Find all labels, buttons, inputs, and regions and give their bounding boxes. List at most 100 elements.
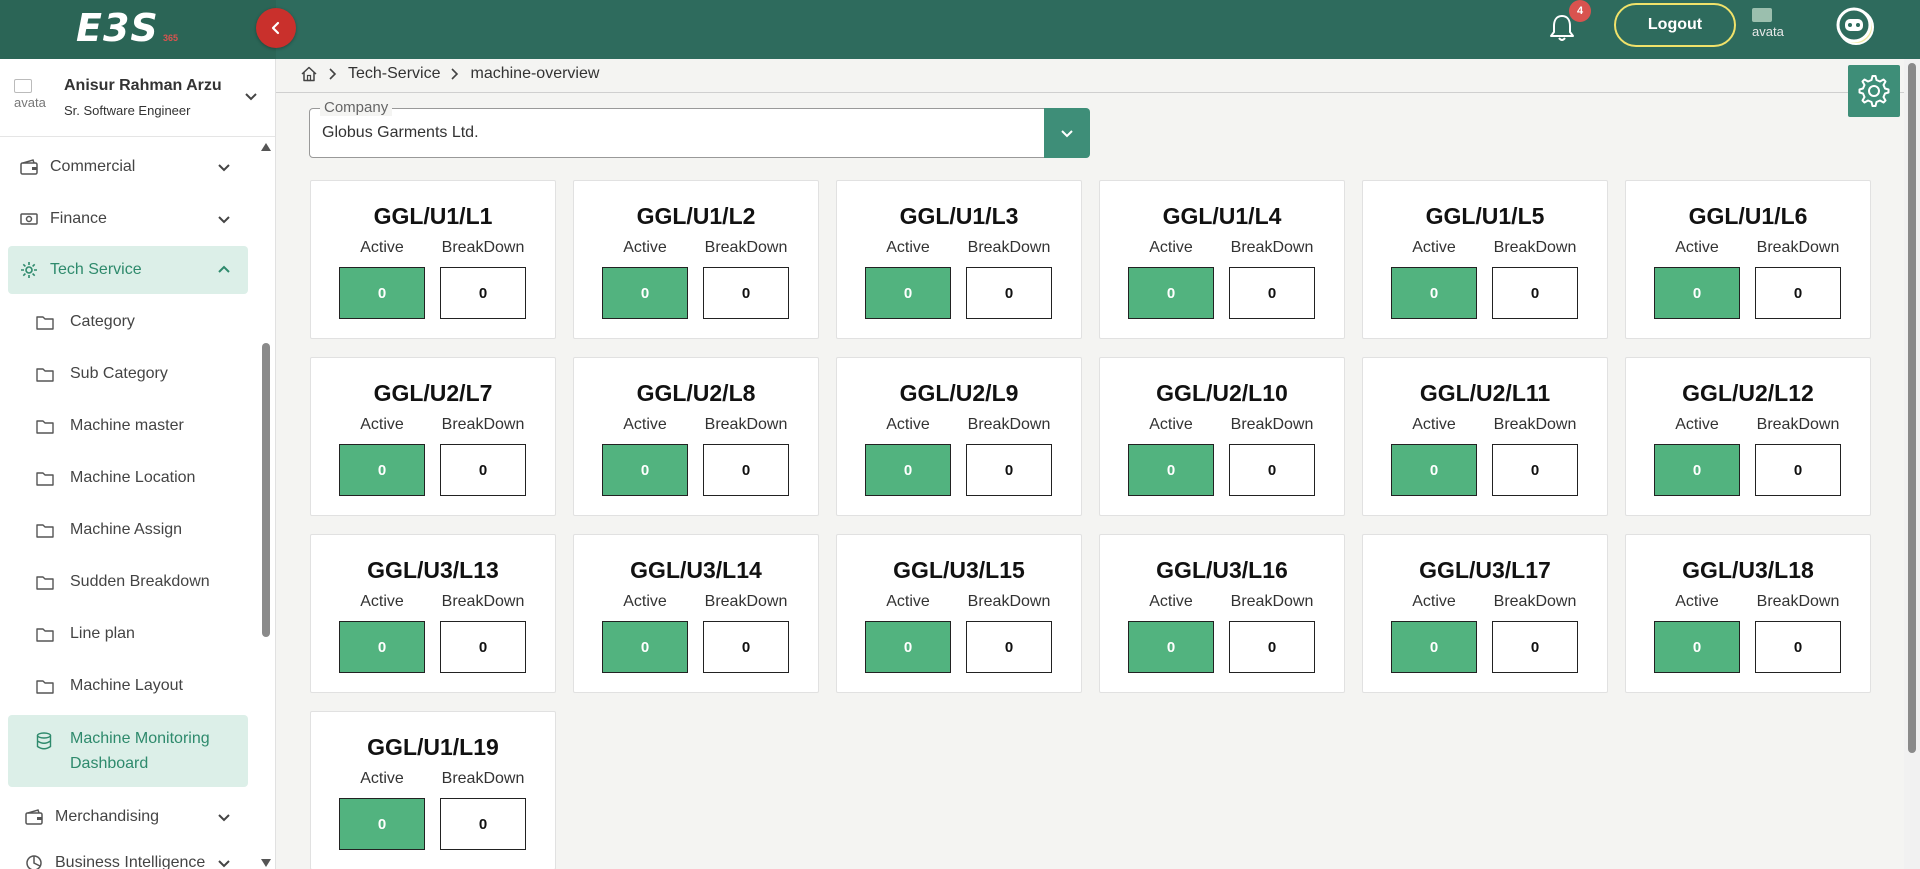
- sidebar-subitem-label: Line plan: [70, 625, 135, 642]
- breakdown-count-box[interactable]: 0: [1229, 444, 1315, 496]
- breakdown-label: BreakDown: [1230, 239, 1314, 256]
- sidebar-subitem-line-plan[interactable]: Line plan: [8, 609, 248, 659]
- logo-area: E3S 365: [0, 0, 276, 59]
- active-count-box[interactable]: 0: [865, 267, 951, 319]
- active-count-box[interactable]: 0: [1391, 267, 1477, 319]
- sidebar-subitem-machine-layout[interactable]: Machine Layout: [8, 661, 248, 711]
- chevron-up-icon: [212, 263, 236, 277]
- folder-icon: [36, 469, 56, 487]
- breakdown-count-box[interactable]: 0: [1492, 267, 1578, 319]
- breakdown-label: BreakDown: [1756, 416, 1840, 433]
- sidebar-subitem-sudden-breakdown[interactable]: Sudden Breakdown: [8, 557, 248, 607]
- active-label: Active: [1149, 239, 1193, 256]
- breadcrumb-item-tech-service[interactable]: Tech-Service: [348, 65, 440, 83]
- line-card-title: GGL/U1/L19: [367, 734, 499, 760]
- breakdown-count-box[interactable]: 0: [1229, 621, 1315, 673]
- sidebar-item-label: Finance: [50, 210, 107, 227]
- breakdown-label: BreakDown: [441, 416, 525, 433]
- sidebar-item-commercial[interactable]: Commercial: [8, 143, 248, 191]
- sidebar-scrollbar[interactable]: [261, 143, 271, 867]
- top-avatar-alt: avata: [1752, 24, 1784, 39]
- sidebar-subitem-machine-location[interactable]: Machine Location: [8, 453, 248, 503]
- company-select[interactable]: Company Globus Garments Ltd.: [309, 99, 1090, 158]
- user-menu-toggle[interactable]: [244, 89, 258, 108]
- folder-icon: [36, 521, 56, 539]
- breakdown-count-box[interactable]: 0: [966, 444, 1052, 496]
- sidebar-subitem-label: Category: [70, 313, 135, 330]
- breakdown-count-box[interactable]: 0: [1755, 444, 1841, 496]
- active-count-box[interactable]: 0: [339, 798, 425, 850]
- app-logo: E3S: [76, 6, 159, 50]
- active-count-box[interactable]: 0: [1654, 444, 1740, 496]
- logout-button[interactable]: Logout: [1614, 3, 1736, 47]
- sidebar-subitem-label: Sub Category: [70, 365, 168, 382]
- breakdown-count-box[interactable]: 0: [1492, 444, 1578, 496]
- active-label: Active: [1675, 239, 1719, 256]
- scroll-up-arrow-icon[interactable]: [261, 143, 271, 151]
- active-count-box[interactable]: 0: [1128, 621, 1214, 673]
- breakdown-label: BreakDown: [1756, 593, 1840, 610]
- active-label: Active: [623, 416, 667, 433]
- breakdown-count-box[interactable]: 0: [966, 621, 1052, 673]
- breakdown-label: BreakDown: [704, 593, 788, 610]
- sidebar-item-merchandising[interactable]: Merchandising: [8, 793, 248, 841]
- line-card-title: GGL/U3/L15: [893, 557, 1025, 583]
- breakdown-count-box[interactable]: 0: [1492, 621, 1578, 673]
- sidebar-item-tech-service[interactable]: Tech Service: [8, 246, 248, 294]
- user-profile[interactable]: avata Anisur Rahman Arzu Sr. Software En…: [0, 59, 275, 137]
- sidebar-subitem-machine-monitoring-dashboard[interactable]: Machine Monitoring Dashboard: [8, 715, 248, 787]
- breakdown-count-box[interactable]: 0: [1229, 267, 1315, 319]
- breakdown-label: BreakDown: [441, 770, 525, 787]
- active-count-box[interactable]: 0: [865, 621, 951, 673]
- main-scrollbar[interactable]: [1904, 59, 1920, 869]
- sidebar-subitem-machine-assign[interactable]: Machine Assign: [8, 505, 248, 555]
- line-card-title: GGL/U2/L8: [636, 380, 756, 406]
- scroll-down-arrow-icon[interactable]: [261, 859, 271, 867]
- sidebar-collapse-button[interactable]: [256, 8, 296, 48]
- active-count-box[interactable]: 0: [1391, 621, 1477, 673]
- breakdown-count-box[interactable]: 0: [703, 267, 789, 319]
- gear-icon: [1858, 75, 1890, 107]
- breakdown-label: BreakDown: [441, 593, 525, 610]
- active-label: Active: [886, 416, 930, 433]
- active-count-box[interactable]: 0: [602, 444, 688, 496]
- active-count-box[interactable]: 0: [1128, 444, 1214, 496]
- line-card: GGL/U2/L9 Active BreakDown 0 0: [836, 357, 1082, 516]
- breakdown-count-box[interactable]: 0: [1755, 267, 1841, 319]
- sidebar-subitem-machine-master[interactable]: Machine master: [8, 401, 248, 451]
- breakdown-count-box[interactable]: 0: [966, 267, 1052, 319]
- active-count-box[interactable]: 0: [1654, 267, 1740, 319]
- active-count-box[interactable]: 0: [339, 444, 425, 496]
- sidebar-subitem-sub-category[interactable]: Sub Category: [8, 349, 248, 399]
- active-count-box[interactable]: 0: [339, 621, 425, 673]
- breakdown-count-box[interactable]: 0: [440, 444, 526, 496]
- sidebar-subitem-category[interactable]: Category: [8, 297, 248, 347]
- active-count-box[interactable]: 0: [865, 444, 951, 496]
- active-count-box[interactable]: 0: [602, 621, 688, 673]
- active-count-box[interactable]: 0: [1391, 444, 1477, 496]
- active-count-box[interactable]: 0: [339, 267, 425, 319]
- chat-button[interactable]: [1834, 5, 1878, 51]
- line-card-title: GGL/U2/L9: [899, 380, 1019, 406]
- sidebar-item-finance[interactable]: Finance: [8, 195, 248, 243]
- line-card-title: GGL/U1/L2: [636, 203, 756, 229]
- top-avatar[interactable]: avata: [1752, 8, 1792, 48]
- home-icon[interactable]: [300, 65, 318, 83]
- active-count-box[interactable]: 0: [1654, 621, 1740, 673]
- active-label: Active: [1412, 593, 1456, 610]
- main-scroll-thumb[interactable]: [1908, 63, 1916, 753]
- sidebar-item-business-intelligence[interactable]: Business Intelligence: [8, 839, 248, 869]
- company-dropdown-button[interactable]: [1044, 108, 1090, 158]
- breakdown-count-box[interactable]: 0: [440, 267, 526, 319]
- active-count-box[interactable]: 0: [602, 267, 688, 319]
- sidebar-scroll-thumb[interactable]: [262, 343, 270, 637]
- settings-button[interactable]: [1848, 65, 1900, 117]
- broken-image-icon: [14, 79, 32, 93]
- breakdown-count-box[interactable]: 0: [1755, 621, 1841, 673]
- breakdown-count-box[interactable]: 0: [703, 621, 789, 673]
- sidebar-subitem-label: Machine master: [70, 417, 184, 434]
- breakdown-count-box[interactable]: 0: [440, 621, 526, 673]
- active-count-box[interactable]: 0: [1128, 267, 1214, 319]
- breakdown-count-box[interactable]: 0: [440, 798, 526, 850]
- breakdown-count-box[interactable]: 0: [703, 444, 789, 496]
